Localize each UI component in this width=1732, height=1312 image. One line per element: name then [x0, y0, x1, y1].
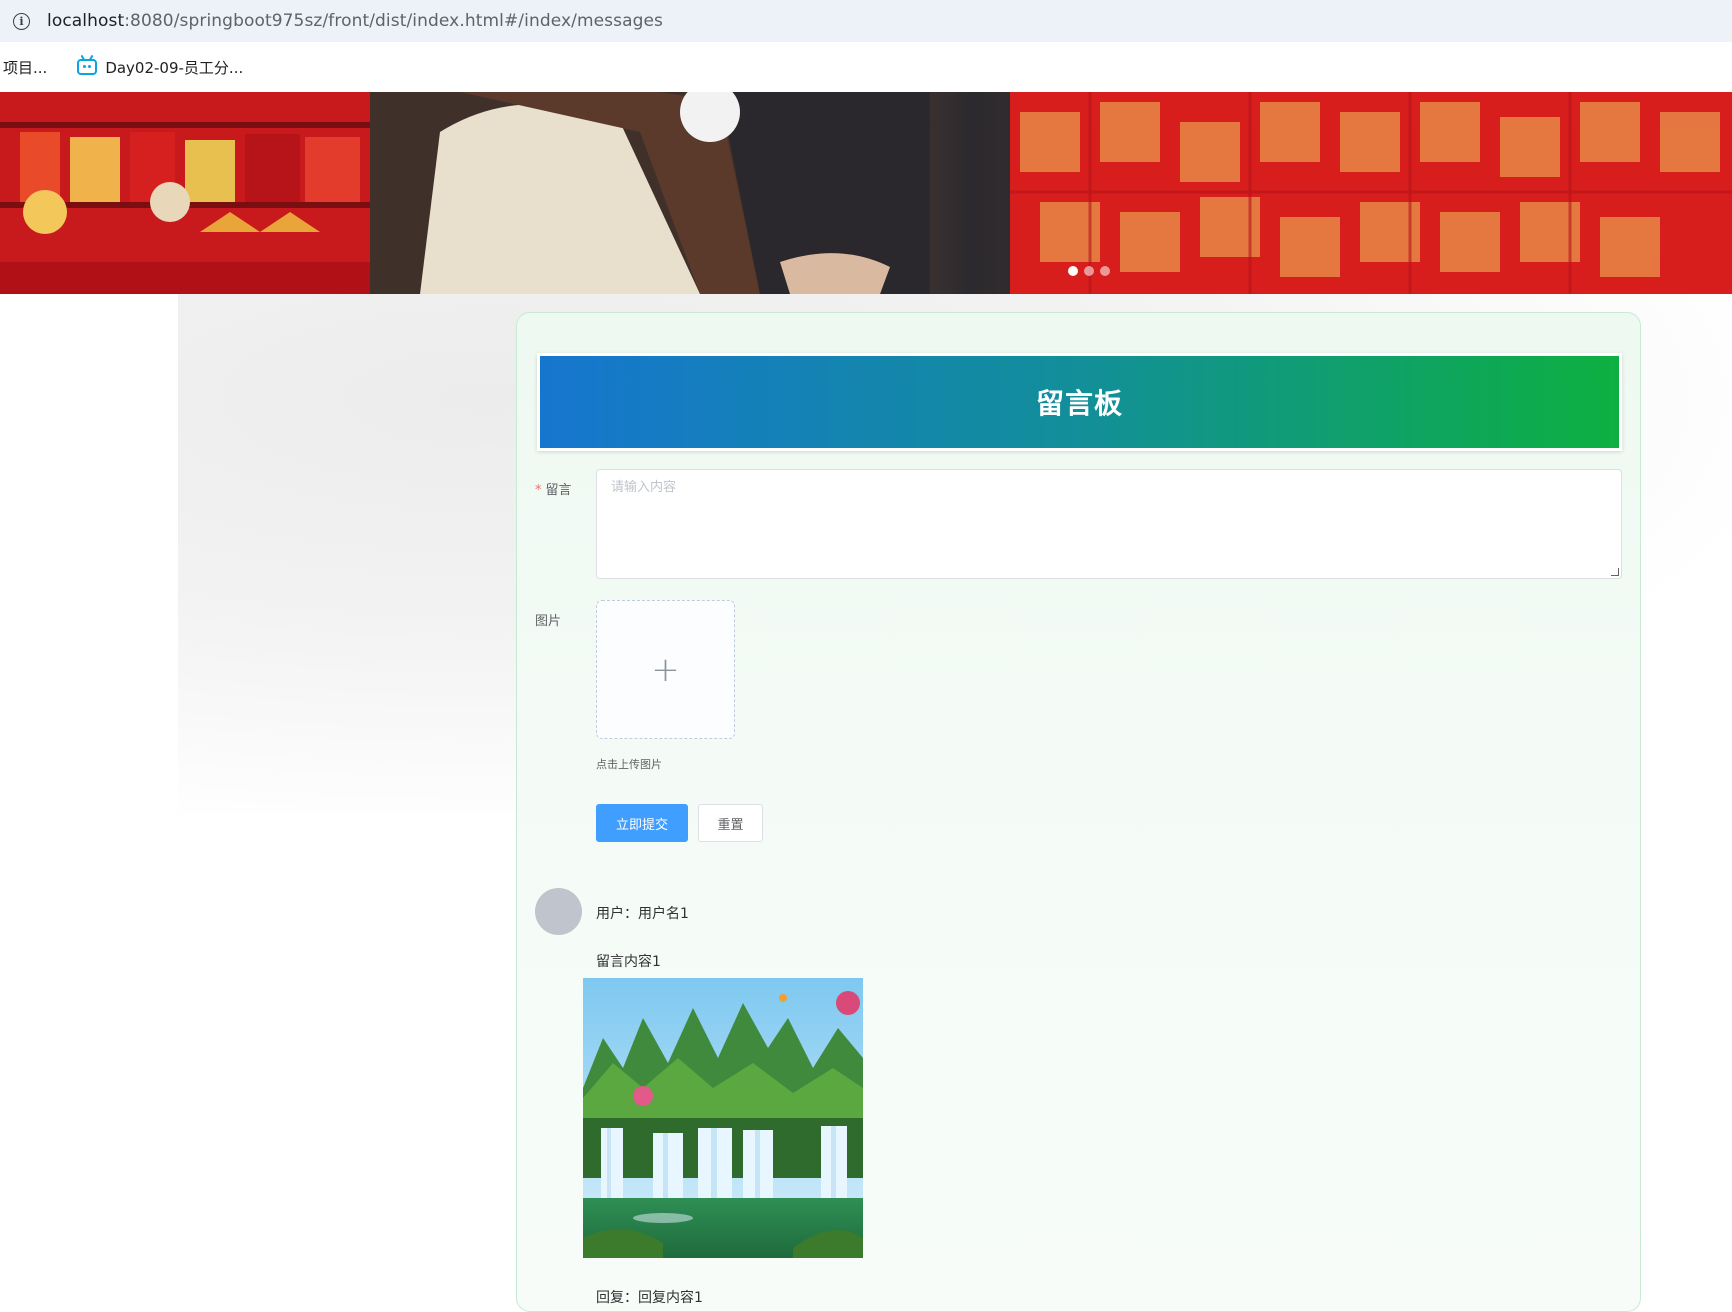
bookmark-label: 项目...: [3, 58, 48, 77]
submit-button[interactable]: 立即提交: [596, 804, 688, 842]
address-bar[interactable]: i localhost:8080/springboot975sz/front/d…: [0, 0, 1732, 42]
image-label: 图片: [535, 614, 562, 629]
message-textarea[interactable]: 请输入内容: [596, 469, 1622, 579]
message-label: * 留言: [535, 479, 572, 498]
carousel-dot[interactable]: [1068, 266, 1078, 276]
message-image[interactable]: [583, 978, 863, 1258]
waterfall-landscape-image: [583, 978, 863, 1258]
message-placeholder: 请输入内容: [611, 480, 677, 495]
bilibili-tv-icon: [77, 59, 98, 75]
image-upload[interactable]: +: [596, 600, 735, 739]
resize-handle-icon[interactable]: [1611, 568, 1619, 576]
bookmarks-bar: 项目... Day02-09-员工分...: [0, 42, 1732, 92]
banner-image: [0, 92, 1732, 294]
avatar: [535, 888, 582, 935]
plus-icon: +: [651, 649, 680, 690]
bookmark-label: Day02-09-员工分...: [105, 58, 244, 77]
bookmark-day02[interactable]: Day02-09-员工分...: [77, 57, 243, 78]
url-text[interactable]: localhost:8080/springboot975sz/front/dis…: [47, 11, 663, 31]
url-path: :8080/springboot975sz/front/dist/index.h…: [124, 11, 664, 31]
site-info-icon[interactable]: i: [13, 12, 30, 30]
bookmark-project[interactable]: 项目...: [3, 57, 47, 78]
banner-carousel[interactable]: [0, 92, 1732, 294]
carousel-indicators: [1068, 266, 1110, 276]
message-label-text: 留言: [545, 483, 572, 498]
carousel-dot[interactable]: [1100, 266, 1110, 276]
reset-button[interactable]: 重置: [698, 804, 763, 842]
message-content: 留言内容1: [596, 954, 661, 970]
url-host: localhost: [47, 11, 125, 31]
upload-tip: 点击上传图片: [596, 758, 662, 771]
board-title: 留言板: [1035, 387, 1123, 420]
board-header: 留言板: [537, 353, 1622, 451]
message-username: 用户：用户名1: [596, 906, 689, 922]
carousel-dot[interactable]: [1084, 266, 1094, 276]
message-board-card: 留言板 * 留言 请输入内容 图片 + 点击上传图片 立即提交 重置 用户：用户名…: [516, 312, 1641, 1312]
message-reply: 回复：回复内容1: [596, 1290, 703, 1306]
required-mark: *: [535, 483, 542, 498]
